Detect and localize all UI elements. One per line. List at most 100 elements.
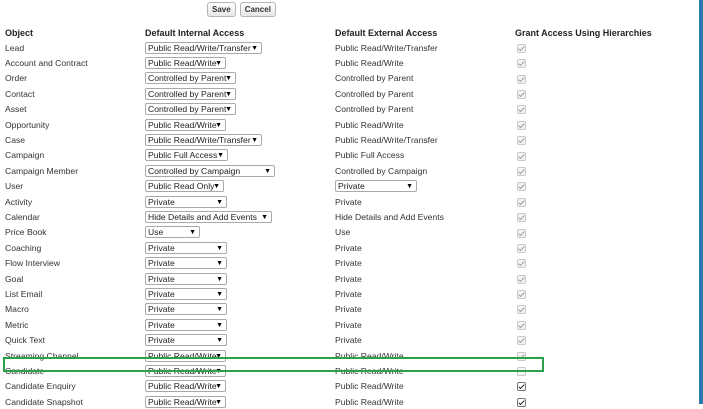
- external-access-cell: Private: [335, 194, 515, 209]
- internal-access-select[interactable]: Private ▼: [145, 241, 227, 254]
- internal-access-select[interactable]: Private ▼: [145, 287, 227, 300]
- table-row: Calendar Hide Details and Add Events ▼ Hide…: [5, 209, 695, 224]
- external-access-cell: Private: [335, 286, 515, 301]
- dropdown-arrow-icon: ▼: [251, 44, 258, 52]
- object-name: Lead: [5, 42, 25, 53]
- external-access-value: Public Read/Write: [335, 58, 404, 69]
- external-access-cell: Public Read/Write: [335, 55, 515, 70]
- grant-access-checkbox: [517, 228, 526, 238]
- internal-access-select[interactable]: Public Read/Write ▼: [145, 349, 226, 362]
- dropdown-arrow-icon: ▼: [216, 275, 223, 283]
- grant-access-cell: [515, 55, 695, 70]
- table-row: Opportunity Public Read/Write ▼ Public Read…: [5, 117, 695, 132]
- external-access-select[interactable]: Private ▼: [335, 180, 417, 193]
- dropdown-arrow-icon: ▼: [261, 213, 268, 221]
- external-access-cell: Hide Details and Add Events: [335, 209, 515, 224]
- internal-access-select[interactable]: Private ▼: [145, 318, 227, 331]
- internal-access-value: Private: [148, 273, 175, 284]
- dropdown-arrow-icon: ▼: [216, 290, 223, 298]
- grant-access-cell: [515, 394, 695, 409]
- grant-access-checkbox[interactable]: [517, 382, 526, 392]
- object-name: Contact: [5, 88, 35, 99]
- dropdown-arrow-icon: ▼: [213, 183, 220, 191]
- internal-access-value: Private: [148, 288, 175, 299]
- grant-access-cell: [515, 86, 695, 101]
- grant-access-checkbox[interactable]: [517, 367, 526, 377]
- table-row: Order Controlled by Parent ▼ Controlled by …: [5, 71, 695, 86]
- grant-access-cell: [515, 71, 695, 86]
- internal-access-select[interactable]: Private ▼: [145, 195, 227, 208]
- internal-access-select[interactable]: Private ▼: [145, 303, 227, 316]
- internal-access-select[interactable]: Public Full Access ▼: [145, 149, 228, 162]
- internal-access-value: Private: [148, 304, 175, 315]
- external-access-cell: Private: [335, 302, 515, 317]
- internal-access-value: Controlled by Campaign: [148, 165, 241, 176]
- external-access-value: Controlled by Parent: [335, 73, 414, 84]
- object-name: Streaming Channel: [5, 350, 79, 361]
- external-access-cell: Controlled by Campaign: [335, 163, 515, 178]
- internal-access-select[interactable]: Public Read/Write/Transfer ▼: [145, 41, 262, 54]
- external-access-cell: Private: [335, 271, 515, 286]
- internal-access-select[interactable]: Private ▼: [145, 334, 227, 347]
- grant-access-cell: [515, 332, 695, 347]
- dropdown-arrow-icon: ▼: [264, 167, 271, 175]
- internal-access-select[interactable]: Controlled by Parent ▼: [145, 87, 236, 100]
- internal-access-select[interactable]: Private ▼: [145, 272, 227, 285]
- object-name: Macro: [5, 304, 29, 315]
- internal-access-value: Public Read Only: [148, 181, 215, 192]
- top-button-bar: Save Cancel: [207, 2, 276, 17]
- table-row: Lead Public Read/Write/Transfer ▼ Public Re…: [5, 40, 695, 55]
- external-access-value: Public Read/Write: [335, 396, 404, 407]
- object-name: Coaching: [5, 242, 42, 253]
- internal-access-select[interactable]: Public Read/Write ▼: [145, 380, 226, 393]
- internal-access-value: Public Read/Write: [148, 350, 217, 361]
- internal-access-select[interactable]: Hide Details and Add Events ▼: [145, 210, 272, 223]
- external-access-value: Public Read/Write: [335, 365, 404, 376]
- dropdown-arrow-icon: ▼: [216, 198, 223, 206]
- internal-access-select[interactable]: Controlled by Parent ▼: [145, 103, 236, 116]
- grant-access-checkbox: [517, 151, 526, 161]
- cancel-button[interactable]: Cancel: [239, 2, 276, 17]
- internal-access-select[interactable]: Public Read/Write ▼: [145, 364, 226, 377]
- grant-access-cell: [515, 225, 695, 240]
- object-name: Order: [5, 73, 27, 84]
- grant-access-cell: [515, 209, 695, 224]
- dropdown-arrow-icon: ▼: [217, 152, 224, 160]
- internal-access-cell: Public Read/Write/Transfer ▼: [145, 40, 335, 55]
- external-access-cell: Public Read/Write: [335, 394, 515, 409]
- internal-access-select[interactable]: Controlled by Parent ▼: [145, 72, 236, 85]
- external-access-cell: Controlled by Parent: [335, 102, 515, 117]
- internal-access-select[interactable]: Public Read Only ▼: [145, 180, 224, 193]
- internal-access-select[interactable]: Public Read/Write ▼: [145, 118, 226, 131]
- dropdown-arrow-icon: ▼: [216, 306, 223, 314]
- external-access-value: Private: [338, 181, 365, 192]
- internal-access-select[interactable]: Public Read/Write/Transfer ▼: [145, 134, 262, 147]
- header-grant-access: Grant Access Using Hierarchies: [515, 28, 652, 38]
- internal-access-cell: Private ▼: [145, 302, 335, 317]
- grant-access-checkbox: [517, 274, 526, 284]
- grant-access-cell: [515, 379, 695, 394]
- save-button[interactable]: Save: [207, 2, 236, 17]
- external-access-cell: Private: [335, 332, 515, 347]
- internal-access-select[interactable]: Use ▼: [145, 226, 200, 239]
- grant-access-checkbox: [517, 305, 526, 315]
- external-access-value: Controlled by Parent: [335, 88, 414, 99]
- external-access-cell: Private: [335, 255, 515, 270]
- grant-access-cell: [515, 148, 695, 163]
- internal-access-cell: Private ▼: [145, 271, 335, 286]
- object-name: Goal: [5, 273, 24, 284]
- table-row: Streaming Channel Public Read/Write ▼ Publi…: [5, 348, 695, 363]
- external-access-cell: Public Read/Write: [335, 363, 515, 378]
- external-access-cell: Public Full Access: [335, 148, 515, 163]
- table-row: Flow Interview Private ▼ Private: [5, 255, 695, 270]
- internal-access-value: Private: [148, 196, 175, 207]
- internal-access-select[interactable]: Public Read/Write ▼: [145, 395, 226, 408]
- external-access-value: Public Read/Write: [335, 381, 404, 392]
- internal-access-select[interactable]: Public Read/Write ▼: [145, 57, 226, 70]
- internal-access-select[interactable]: Controlled by Campaign ▼: [145, 164, 275, 177]
- external-access-value: Hide Details and Add Events: [335, 211, 444, 222]
- grant-access-checkbox[interactable]: [517, 397, 526, 407]
- internal-access-select[interactable]: Private ▼: [145, 257, 227, 270]
- dropdown-arrow-icon: ▼: [216, 260, 223, 268]
- internal-access-cell: Private ▼: [145, 194, 335, 209]
